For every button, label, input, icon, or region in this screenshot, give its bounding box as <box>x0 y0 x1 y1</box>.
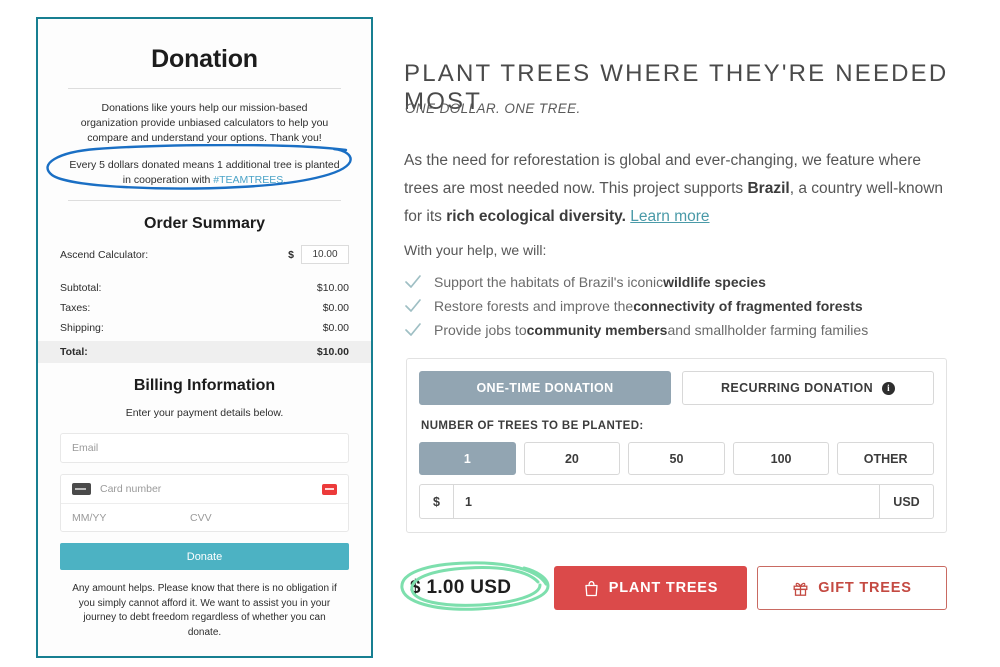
checklist-text-bold-2: community members <box>526 322 668 338</box>
donate-button[interactable]: Donate <box>60 543 349 570</box>
credit-card-icon <box>72 483 91 495</box>
billing-heading: Billing Information <box>133 377 276 394</box>
billing-subtitle: Enter your payment details below. <box>125 407 284 419</box>
gift-icon <box>793 582 808 596</box>
right-panel: PLANT TREES WHERE THEY'RE NEEDED MOST ON… <box>404 0 1000 667</box>
checklist-text-bold-0: wildlife species <box>663 274 766 290</box>
amount-option-other-label: OTHER <box>863 451 908 466</box>
summary-row-total: Total: $10.00 <box>38 341 371 363</box>
amount-option-50-label: 50 <box>669 451 684 466</box>
checklist-text-bold-1: connectivity of fragmented forests <box>633 298 863 314</box>
donation-card: Donation Donations like yours help our m… <box>36 17 373 658</box>
gift-trees-button[interactable]: GIFT TREES <box>757 566 947 610</box>
email-field-box: Email <box>60 433 349 463</box>
benefits-checklist: Support the habitats of Brazil's iconic … <box>404 270 964 342</box>
currency-symbol: $ <box>288 248 294 261</box>
check-icon <box>405 299 421 312</box>
donation-widget: ONE-TIME DONATION RECURRING DONATION i N… <box>406 358 947 533</box>
summary-value-taxes: $0.00 <box>322 302 349 314</box>
checklist-item-wildlife: Support the habitats of Brazil's iconic … <box>404 270 964 294</box>
amount-option-20-label: 20 <box>564 451 579 466</box>
summary-value-shipping: $0.00 <box>322 322 349 334</box>
currency-prefix: $ <box>420 485 454 518</box>
order-summary-heading: Order Summary <box>144 215 265 232</box>
checklist-item-jobs: Provide jobs to community members and sm… <box>404 318 964 342</box>
total-amount-display: $ 1.00 USD <box>410 577 512 598</box>
plant-trees-label: PLANT TREES <box>608 580 719 596</box>
amount-option-50[interactable]: 50 <box>628 442 725 475</box>
summary-value-total: $10.00 <box>316 346 349 358</box>
card-expiry-cvv-row: MM/YY CVV <box>61 503 348 531</box>
card-brand-icon <box>322 483 337 495</box>
summary-value-subtotal: $10.00 <box>316 282 349 294</box>
help-intro-text: With your help, we will: <box>404 242 547 258</box>
tree-count-label: NUMBER OF TREES TO BE PLANTED: <box>421 420 644 432</box>
card-field-box: Card number MM/YY CVV <box>60 474 349 532</box>
line-item-amount-input[interactable]: 10.00 <box>301 245 349 264</box>
shopping-bag-icon <box>585 580 598 596</box>
checklist-text-post-2: and smallholder farming families <box>667 322 869 338</box>
paragraph-bold-diversity: rich ecological diversity. <box>446 208 626 225</box>
summary-row-shipping: Shipping: $0.00 <box>38 318 371 338</box>
intro-paragraph: As the need for reforestation is global … <box>404 147 944 231</box>
email-field[interactable]: Email <box>61 434 348 462</box>
amount-option-other[interactable]: OTHER <box>837 442 934 475</box>
line-item-amount-group: $ 10.00 <box>288 245 349 264</box>
checklist-item-forests: Restore forests and improve the connecti… <box>404 294 964 318</box>
summary-label-total: Total: <box>60 346 88 358</box>
tab-one-time-label: ONE-TIME DONATION <box>476 381 614 395</box>
checklist-text-pre-0: Support the habitats of Brazil's iconic <box>434 274 664 290</box>
checklist-text-pre-1: Restore forests and improve the <box>434 298 634 314</box>
amount-option-20[interactable]: 20 <box>523 442 621 475</box>
summary-label-subtotal: Subtotal: <box>60 282 102 294</box>
cvv-field[interactable]: CVV <box>190 512 212 524</box>
amount-option-1-label: 1 <box>463 451 471 466</box>
card-number-field[interactable]: Card number <box>61 475 348 503</box>
amount-option-100[interactable]: 100 <box>732 442 830 475</box>
teamtrees-note-suffix: . <box>283 174 287 186</box>
expiry-field[interactable]: MM/YY <box>72 512 190 524</box>
plant-trees-button[interactable]: PLANT TREES <box>554 566 747 610</box>
summary-row-taxes: Taxes: $0.00 <box>38 298 371 318</box>
summary-label-taxes: Taxes: <box>60 302 91 314</box>
page-subtitle: ONE DOLLAR. ONE TREE. <box>405 101 581 116</box>
page-root: Donation Donations like yours help our m… <box>0 0 1000 667</box>
gift-trees-label: GIFT TREES <box>818 580 912 596</box>
donation-intro-text: Donations like yours help our mission-ba… <box>80 102 329 144</box>
custom-amount-input[interactable] <box>454 485 879 518</box>
line-item-ascend-calculator: Ascend Calculator: $ 10.00 <box>38 245 371 264</box>
summary-row-subtotal: Subtotal: $10.00 <box>38 278 371 298</box>
tab-recurring-label: RECURRING DONATION <box>720 381 874 395</box>
action-bar: $ 1.00 USD PLANT TREES GIFT TREES <box>406 565 947 611</box>
teamtrees-note-prefix: Every 5 dollars donated means 1 addition… <box>69 159 340 186</box>
checklist-text-pre-2: Provide jobs to <box>434 322 527 338</box>
tab-recurring-donation[interactable]: RECURRING DONATION i <box>682 371 934 405</box>
card-number-placeholder: Card number <box>100 483 162 495</box>
donation-type-tabs: ONE-TIME DONATION RECURRING DONATION i <box>419 371 934 405</box>
learn-more-link[interactable]: Learn more <box>630 208 709 225</box>
custom-amount-row: $ USD <box>419 484 934 519</box>
teamtrees-hashtag[interactable]: #TEAMTREES <box>213 174 283 186</box>
currency-suffix: USD <box>879 485 933 518</box>
email-placeholder: Email <box>72 442 99 454</box>
check-icon <box>405 323 421 336</box>
paragraph-bold-brazil: Brazil <box>747 180 790 197</box>
donation-title: Donation <box>151 45 258 73</box>
teamtrees-note: Every 5 dollars donated means 1 addition… <box>38 154 371 200</box>
donation-footer-text: Any amount helps. Please know that there… <box>72 583 337 638</box>
tab-one-time-donation[interactable]: ONE-TIME DONATION <box>419 371 671 405</box>
info-icon[interactable]: i <box>882 381 896 395</box>
summary-label-shipping: Shipping: <box>60 322 104 334</box>
tree-amount-options: 1 20 50 100 OTHER <box>419 442 934 475</box>
check-icon <box>405 275 421 288</box>
line-item-label: Ascend Calculator: <box>60 248 149 261</box>
amount-option-100-label: 100 <box>770 451 792 466</box>
amount-option-1[interactable]: 1 <box>419 442 516 475</box>
